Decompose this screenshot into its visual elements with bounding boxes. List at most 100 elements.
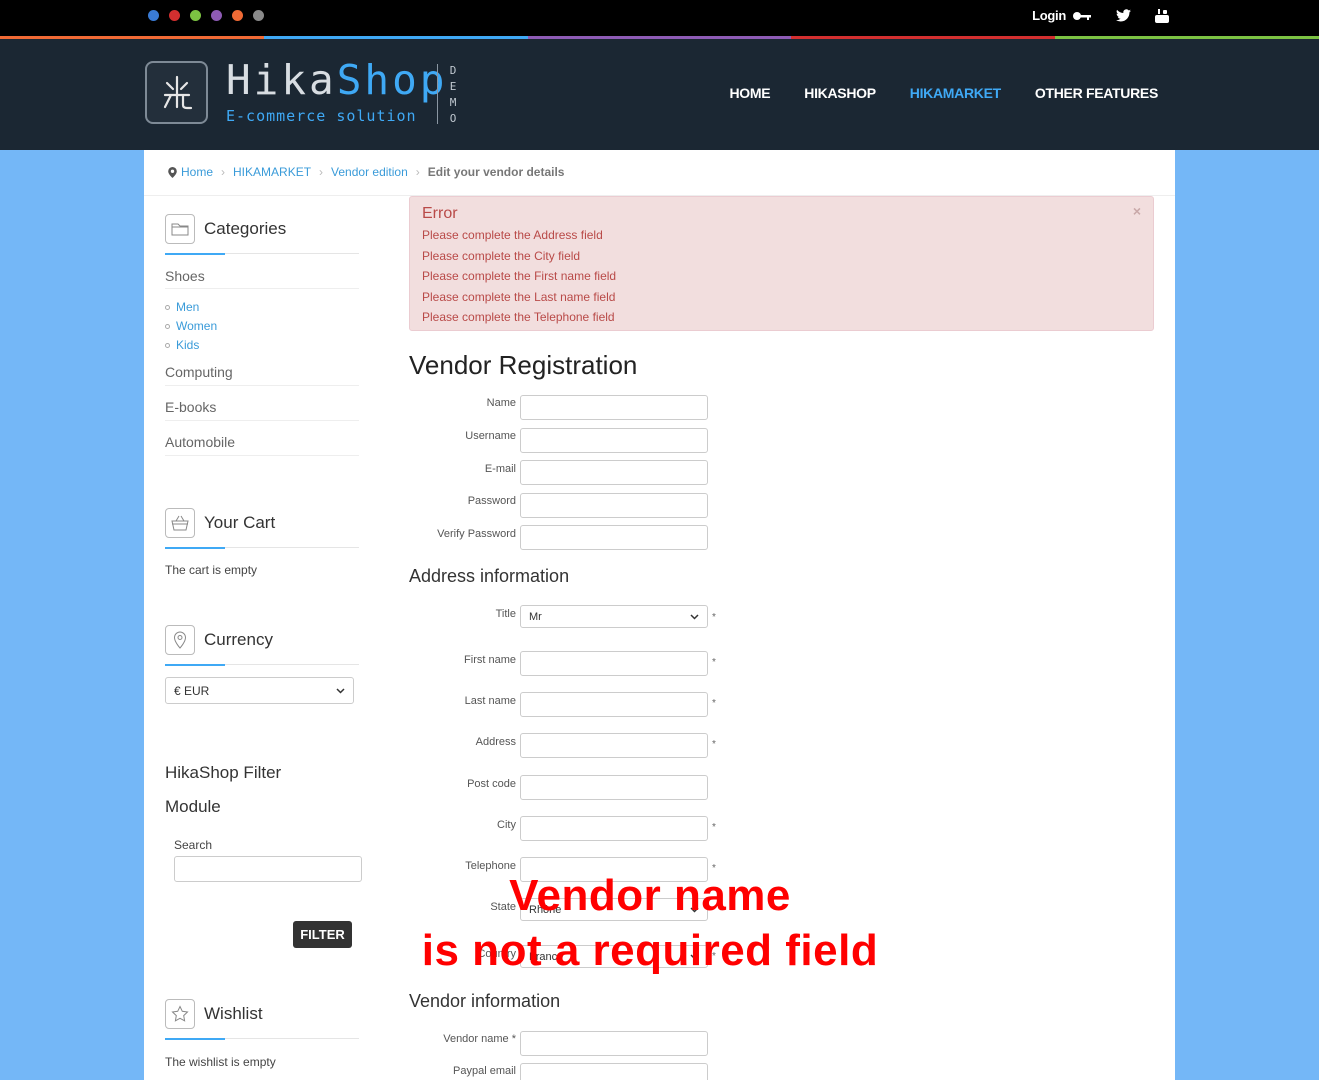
color-dot[interactable] (169, 10, 180, 21)
filter-title-line1: HikaShop Filter (165, 763, 282, 782)
annotation-line1: Vendor name (509, 871, 791, 920)
category-divider (165, 455, 359, 456)
color-dot[interactable] (211, 10, 222, 21)
module-divider (165, 253, 359, 255)
key-icon (1073, 11, 1091, 20)
category-shoes[interactable]: Shoes (165, 268, 205, 284)
color-dot[interactable] (148, 10, 159, 21)
category-computing[interactable]: Computing (165, 364, 233, 380)
color-dot[interactable] (190, 10, 201, 21)
logo-title-part1: Hika (226, 56, 337, 104)
last-name-label: Last name (464, 695, 516, 707)
category-divider (165, 288, 359, 289)
category-divider (165, 385, 359, 386)
currency-select[interactable]: € EUR (165, 677, 354, 704)
twitter-icon[interactable] (1116, 9, 1131, 22)
currency-selected: € EUR (174, 683, 210, 698)
wishlist-header: Wishlist (165, 999, 263, 1029)
main-nav: HOME HIKASHOP HIKAMARKET OTHER FEATURES (729, 85, 1158, 101)
password-input[interactable] (520, 493, 708, 518)
subcategory-women[interactable]: Women (165, 319, 217, 333)
top-bar: Login (0, 0, 1319, 36)
password-label: Password (467, 495, 516, 507)
category-automobile[interactable]: Automobile (165, 434, 235, 450)
module-divider (165, 1038, 359, 1040)
close-icon[interactable]: × (1133, 203, 1141, 219)
nav-other-features[interactable]: OTHER FEATURES (1035, 85, 1158, 101)
chevron-right-icon: › (319, 165, 324, 179)
star-icon (165, 999, 195, 1029)
required-mark: * (712, 612, 716, 623)
annotation-line2: is not a required field (421, 926, 879, 975)
logo-icon[interactable] (145, 61, 208, 124)
breadcrumb-current: Edit your vendor details (427, 165, 565, 179)
youtube-icon[interactable] (1155, 8, 1169, 23)
subcategory-men[interactable]: Men (165, 300, 199, 314)
title-label: Title (495, 608, 516, 620)
wishlist-empty-message: The wishlist is empty (165, 1055, 276, 1069)
category-ebooks[interactable]: E-books (165, 399, 216, 415)
username-input[interactable] (520, 428, 708, 453)
name-input[interactable] (520, 395, 708, 420)
title-select[interactable]: Mr (520, 605, 708, 628)
login-label: Login (1032, 8, 1066, 23)
breadcrumb: Home › HIKAMARKET › Vendor edition › Edi… (168, 165, 564, 179)
filter-button[interactable]: FILTER (293, 921, 352, 948)
logo-title-part2: Shop (336, 56, 448, 104)
chevron-right-icon: › (221, 165, 226, 179)
first-name-label: First name (464, 654, 516, 666)
first-name-input[interactable] (520, 651, 708, 676)
email-input[interactable] (520, 460, 708, 485)
logo-divider (437, 64, 438, 124)
filter-search-input[interactable] (174, 856, 362, 882)
module-divider (165, 547, 359, 549)
username-label: Username (465, 430, 516, 442)
logo[interactable]: HikaShop E-commerce solution (226, 55, 448, 125)
error-message: Please complete the City field (422, 248, 581, 263)
error-message: Please complete the Last name field (422, 289, 616, 304)
chevron-down-icon (336, 687, 345, 694)
wishlist-title: Wishlist (204, 1004, 263, 1023)
verify-password-input[interactable] (520, 525, 708, 550)
currency-header: Currency (165, 625, 273, 655)
city-label: City (497, 819, 516, 831)
site-header: HikaShop E-commerce solution DEMO HOME H… (0, 39, 1319, 150)
error-title: Error (422, 205, 458, 222)
breadcrumb-vendor-edition[interactable]: Vendor edition (331, 165, 408, 179)
nav-home[interactable]: HOME (729, 85, 770, 101)
location-pin-icon (168, 166, 177, 178)
verify-password-label: Verify Password (437, 528, 516, 540)
post-code-input[interactable] (520, 775, 708, 800)
cart-empty-message: The cart is empty (165, 563, 258, 577)
vendor-name-input[interactable] (520, 1031, 708, 1056)
last-name-input[interactable] (520, 692, 708, 717)
nav-hikashop[interactable]: HIKASHOP (804, 85, 876, 101)
filter-search-label: Search (174, 838, 213, 852)
cart-title: Your Cart (204, 513, 276, 532)
breadcrumb-home[interactable]: Home (181, 165, 213, 179)
breadcrumb-hikamarket[interactable]: HIKAMARKET (233, 165, 311, 179)
login-link[interactable]: Login (1032, 8, 1092, 23)
error-message: Please complete the Address field (422, 228, 603, 242)
city-input[interactable] (520, 816, 708, 841)
post-code-label: Post code (467, 778, 516, 790)
required-mark: * (712, 698, 716, 709)
category-divider (165, 420, 359, 421)
cart-header: Your Cart (165, 508, 275, 538)
nav-hikamarket[interactable]: HIKAMARKET (910, 85, 1001, 101)
color-dot[interactable] (232, 10, 243, 21)
paypal-email-input[interactable] (520, 1063, 708, 1080)
error-message: Please complete the Telephone field (422, 310, 615, 324)
name-label: Name (486, 397, 516, 409)
filter-title-line2: Module (165, 797, 221, 816)
subcategory-kids[interactable]: Kids (165, 338, 199, 352)
page-title: Vendor Registration (409, 350, 638, 380)
address-input[interactable] (520, 733, 708, 758)
chevron-down-icon (690, 613, 699, 620)
categories-header: Categories (165, 214, 286, 244)
address-label: Address (475, 736, 516, 748)
color-dot[interactable] (253, 10, 264, 21)
error-message: Please complete the First name field (422, 269, 617, 283)
currency-title: Currency (204, 630, 273, 649)
demo-label: DEMO (449, 64, 457, 125)
